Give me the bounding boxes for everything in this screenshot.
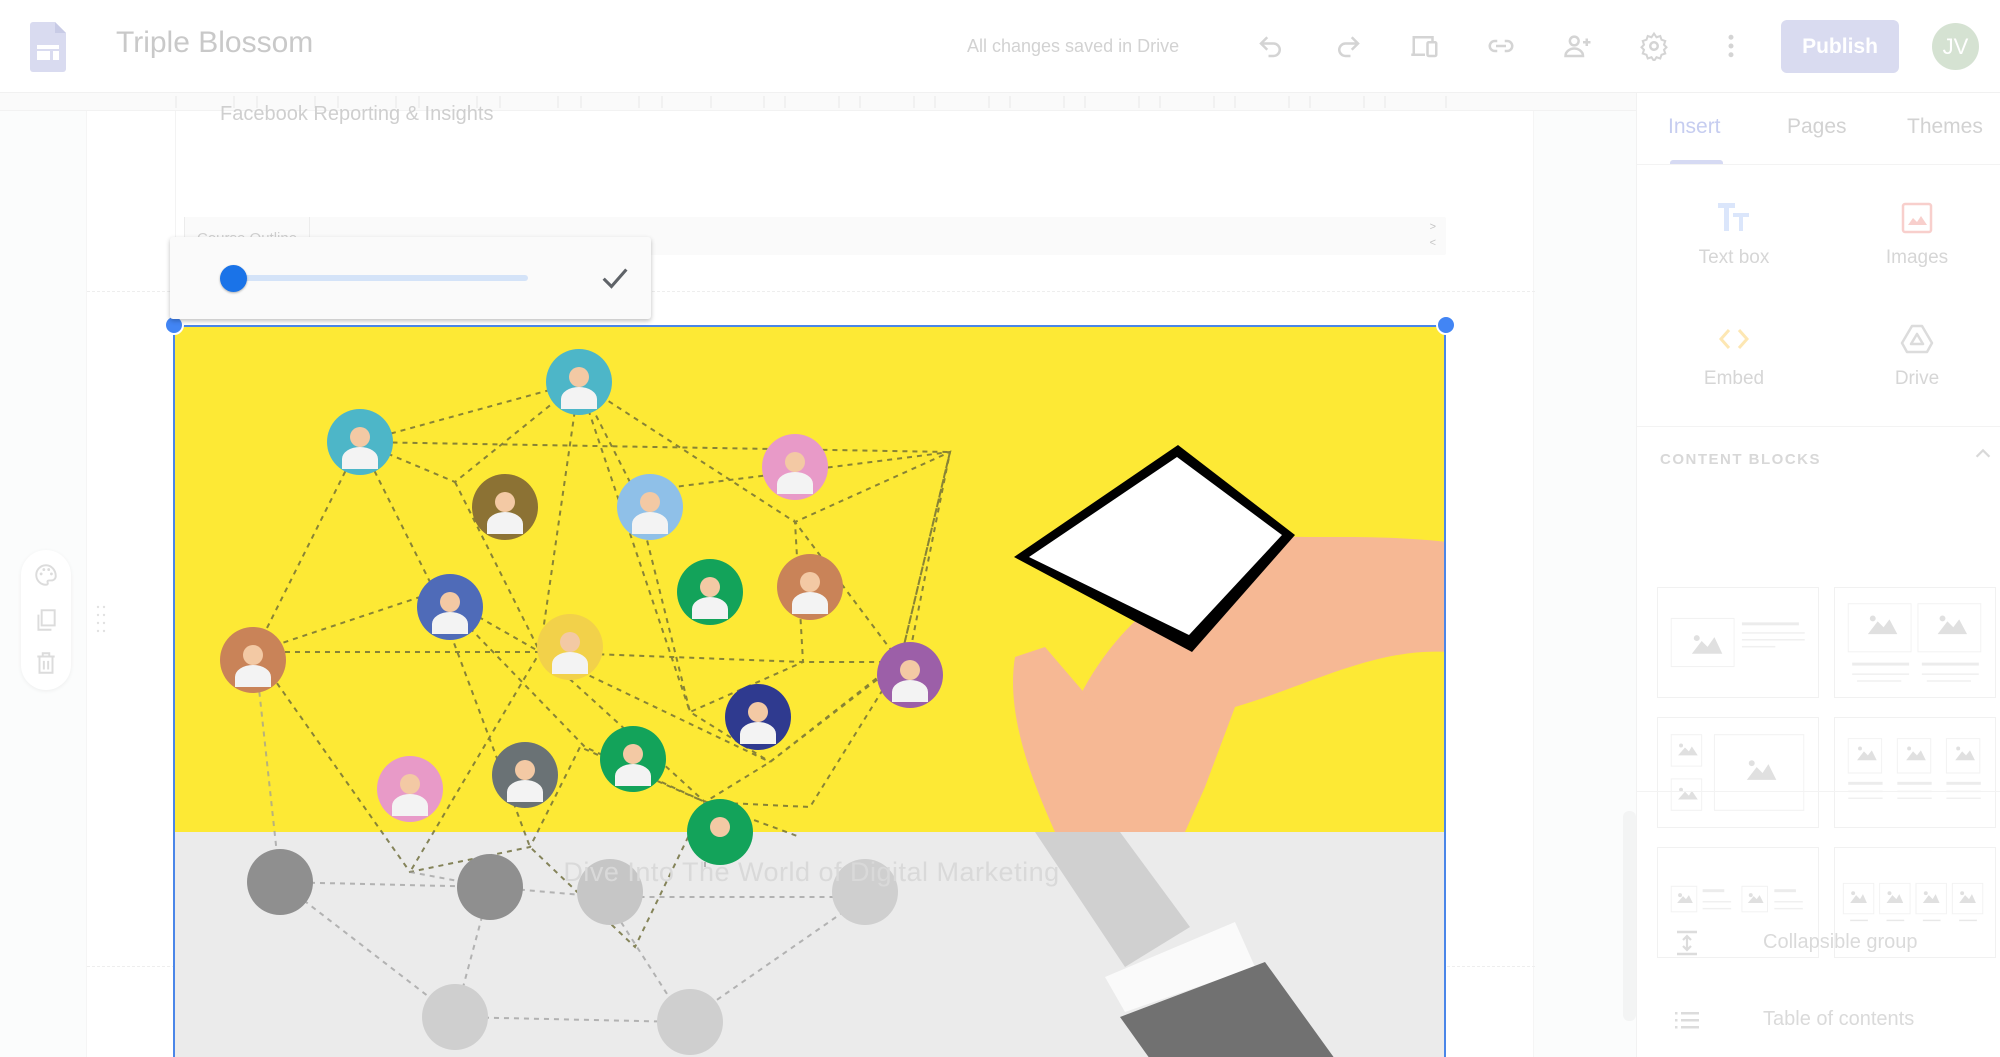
add-person-icon[interactable]	[1558, 26, 1598, 66]
embed-icon	[1718, 329, 1750, 349]
content-block-image-text[interactable]	[1657, 587, 1819, 698]
save-status: All changes saved in Drive	[967, 36, 1180, 56]
resize-handle-top-right[interactable]	[1436, 315, 1456, 335]
insert-drive[interactable]: Drive	[1827, 322, 2000, 390]
side-panel-tabs: Insert Pages Themes	[1637, 93, 2000, 165]
divider	[1637, 426, 2000, 427]
divider	[1637, 791, 2000, 792]
tab-themes[interactable]: Themes	[1907, 115, 1983, 139]
insert-text-box-label: Text box	[1698, 247, 1770, 268]
side-panel: Insert Pages Themes Text box Images Embe…	[1636, 93, 2000, 1057]
content-block-mosaic[interactable]	[1657, 717, 1819, 828]
link-icon[interactable]	[1481, 26, 1521, 66]
insert-images-label: Images	[1885, 247, 1949, 268]
nav-next-arrow[interactable]: >	[1430, 219, 1436, 235]
undo-icon[interactable]	[1251, 26, 1291, 66]
canvas-scrollbar[interactable]	[1623, 811, 1636, 1021]
content-block-three-images[interactable]	[1834, 717, 1996, 828]
zoom-slider-track[interactable]	[232, 275, 528, 281]
collapsible-group-label: Collapsible group	[1763, 931, 1918, 953]
insert-text-box[interactable]: Text box	[1644, 201, 1824, 269]
duplicate-icon[interactable]	[33, 607, 59, 633]
insert-drive-label: Drive	[1894, 368, 1940, 389]
content-block-two-images[interactable]	[1834, 587, 1996, 698]
nav-scroll-arrows[interactable]: > <	[1430, 219, 1436, 251]
delete-icon[interactable]	[33, 650, 59, 676]
more-vert-icon[interactable]	[1711, 26, 1751, 66]
insert-embed[interactable]: Embed	[1644, 322, 1824, 390]
editor-canvas: Facebook Reporting & Insights Course Out…	[0, 93, 1636, 1057]
redo-icon[interactable]	[1328, 26, 1368, 66]
chevron-up-icon[interactable]	[1972, 443, 1994, 465]
settings-icon[interactable]	[1634, 26, 1674, 66]
insert-table-of-contents[interactable]: Table of contents	[1673, 1002, 1993, 1038]
drag-handle-icon[interactable]	[96, 605, 106, 633]
palette-icon[interactable]	[33, 562, 59, 588]
tab-insert[interactable]: Insert	[1668, 115, 1721, 139]
text-box-icon	[1718, 203, 1749, 231]
image-icon	[1901, 202, 1933, 234]
image-zoom-popup	[170, 237, 651, 319]
top-app-bar: Triple Blossom All changes saved in Driv…	[0, 0, 2000, 93]
insert-embed-label: Embed	[1703, 368, 1765, 389]
tab-pages[interactable]: Pages	[1787, 115, 1847, 139]
avatar[interactable]: JV	[1932, 23, 1979, 70]
table-of-contents-label: Table of contents	[1763, 1008, 1915, 1030]
zoom-slider-thumb[interactable]	[220, 265, 247, 292]
section-text[interactable]: Facebook Reporting & Insights	[220, 103, 494, 126]
table-of-contents-icon	[1675, 1012, 1699, 1029]
insert-images[interactable]: Images	[1827, 201, 2000, 269]
sites-logo-icon[interactable]	[30, 22, 66, 72]
network-illustration	[175, 327, 1444, 1057]
publish-button[interactable]: Publish	[1781, 20, 1899, 73]
collapsible-group-icon	[1677, 930, 1697, 956]
banner-image[interactable]: Dive Into The World of Digital Marketing	[173, 325, 1446, 1057]
document-title[interactable]: Triple Blossom	[116, 26, 313, 60]
nav-prev-arrow[interactable]: <	[1430, 235, 1436, 251]
insert-collapsible-group[interactable]: Collapsible group	[1673, 925, 1993, 961]
drive-icon	[1900, 324, 1934, 354]
check-icon[interactable]	[598, 261, 632, 295]
active-tab-indicator	[1670, 160, 1723, 164]
content-blocks-title: CONTENT BLOCKS	[1660, 451, 1821, 468]
banner-title[interactable]: Dive Into The World of Digital Marketing	[175, 857, 1444, 888]
preview-icon[interactable]	[1405, 26, 1445, 66]
section-tools	[21, 550, 71, 690]
